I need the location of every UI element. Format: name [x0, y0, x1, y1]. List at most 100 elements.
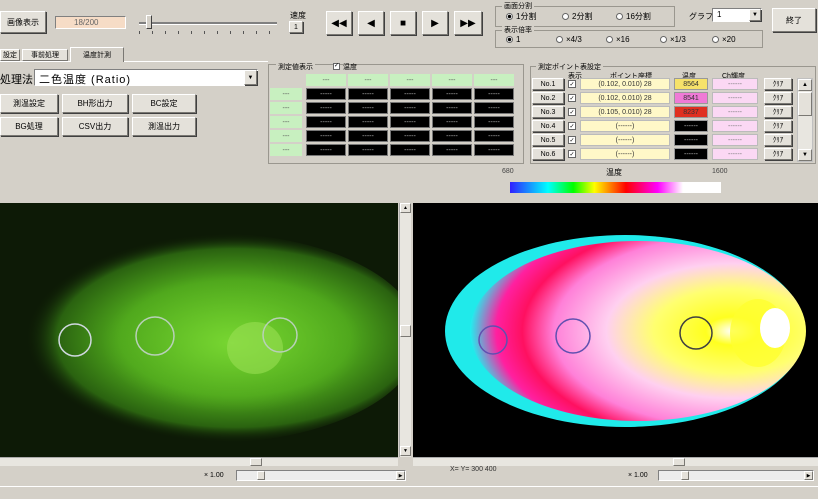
point-temp: ------: [674, 148, 708, 160]
split-1-radio[interactable]: 1分割: [506, 11, 536, 22]
point-table-scrollbar[interactable]: ▲ ▼: [797, 78, 813, 162]
grid-row-header: ---: [270, 88, 302, 100]
left-image-hscrollbar[interactable]: [0, 457, 398, 466]
chevron-right-icon[interactable]: ▶: [396, 471, 405, 480]
temp-output-button[interactable]: 測温出力: [132, 117, 196, 136]
point-clear-button[interactable]: ｸﾘｱ: [764, 134, 792, 146]
right-zoom-label: × 1.00: [628, 472, 648, 479]
point-show-checkbox[interactable]: ✓: [568, 122, 576, 130]
grid-cell: -----: [432, 116, 472, 128]
point-clear-button[interactable]: ｸﾘｱ: [764, 106, 792, 118]
grid-cell: -----: [390, 130, 430, 142]
hottest-spot: [760, 308, 790, 348]
point-clear-button[interactable]: ｸﾘｱ: [764, 120, 792, 132]
grid-cell: -----: [348, 116, 388, 128]
grid-cell: -----: [348, 130, 388, 142]
scroll-thumb[interactable]: [250, 458, 262, 466]
scroll-thumb[interactable]: [400, 325, 411, 337]
bc-setting-button[interactable]: BC設定: [132, 94, 196, 113]
point-show-checkbox[interactable]: ✓: [568, 136, 576, 144]
point-clear-button[interactable]: ｸﾘｱ: [764, 148, 792, 160]
zoom-title: 表示倍率: [502, 25, 534, 35]
temp-setting-button[interactable]: 測温設定: [0, 94, 58, 113]
center-vscrollbar[interactable]: ▲ ▼: [399, 203, 411, 457]
split-16-radio[interactable]: 16分割: [616, 11, 651, 22]
point-row-button[interactable]: No.4: [532, 120, 564, 132]
scroll-thumb[interactable]: [798, 92, 812, 116]
tab-temp-measure[interactable]: 温度計測: [70, 47, 124, 62]
step-spinner[interactable]: 1: [289, 21, 303, 33]
display-split-title: 画面分割: [502, 1, 534, 11]
chevron-up-icon[interactable]: ▲: [400, 203, 411, 213]
chevron-down-icon[interactable]: ▼: [749, 9, 761, 21]
right-zoom-slider[interactable]: ▶: [658, 470, 814, 481]
point-row-button[interactable]: No.5: [532, 134, 564, 146]
point-ch-value: ------: [712, 134, 758, 146]
bh-output-button[interactable]: BH形出力: [62, 94, 128, 113]
split-2-label: 2分割: [572, 12, 593, 21]
chevron-down-icon[interactable]: ▼: [798, 149, 812, 161]
end-button[interactable]: 終了: [772, 8, 816, 32]
grid-cell: -----: [432, 130, 472, 142]
zoom-radio-4[interactable]: ×1/3: [660, 35, 686, 44]
grid-cell: -----: [390, 144, 430, 156]
grid-col-header: ---: [474, 74, 514, 86]
tab-settings[interactable]: 設定: [0, 49, 20, 61]
zoom-radio-1[interactable]: 1: [506, 35, 520, 44]
tab-preprocess[interactable]: 事前処理: [22, 49, 68, 61]
point-clear-button[interactable]: ｸﾘｱ: [764, 78, 792, 90]
method-label: 処理法: [0, 74, 33, 86]
chevron-down-icon[interactable]: ▼: [244, 70, 257, 85]
point-show-checkbox[interactable]: ✓: [568, 108, 576, 116]
grid-cell: -----: [432, 102, 472, 114]
slider-thumb[interactable]: [146, 15, 152, 29]
colorbar-min: 680: [502, 168, 514, 175]
colorbar-title: 温度: [606, 168, 622, 177]
bg-process-button[interactable]: BG処理: [0, 117, 58, 136]
grid-cell: -----: [474, 130, 514, 142]
slider-thumb[interactable]: [681, 471, 689, 480]
chevron-right-icon[interactable]: ▶: [804, 471, 813, 480]
method-select[interactable]: 二色温度 (Ratio) ▼: [34, 69, 258, 86]
temp-checkbox[interactable]: ✓: [333, 63, 340, 70]
point-show-checkbox[interactable]: ✓: [568, 150, 576, 158]
zoom-radio-5[interactable]: ×20: [712, 35, 736, 44]
zoom-label-2: ×4/3: [566, 35, 582, 44]
point-ch-value: ------: [712, 148, 758, 160]
point-show-checkbox[interactable]: ✓: [568, 80, 576, 88]
chevron-down-icon[interactable]: ▼: [400, 446, 411, 456]
last-frame-button[interactable]: ▶▶: [454, 11, 482, 35]
slider-thumb[interactable]: [257, 471, 265, 480]
chevron-up-icon[interactable]: ▲: [798, 79, 812, 91]
grid-cell: -----: [306, 116, 346, 128]
grid-cell: -----: [474, 144, 514, 156]
start-button[interactable]: 画像表示: [0, 11, 46, 33]
point-row-button[interactable]: No.6: [532, 148, 564, 160]
point-coord: (------): [580, 120, 670, 132]
next-frame-button[interactable]: ▶: [422, 11, 448, 35]
point-ch-value: ------: [712, 106, 758, 118]
point-clear-button[interactable]: ｸﾘｱ: [764, 92, 792, 104]
scroll-thumb[interactable]: [673, 458, 685, 466]
point-show-checkbox[interactable]: ✓: [568, 94, 576, 102]
playback-slider[interactable]: [133, 12, 281, 36]
frame-counter: 18/200: [55, 16, 126, 29]
point-row-button[interactable]: No.1: [532, 78, 564, 90]
right-image-hscrollbar[interactable]: [413, 457, 818, 466]
grid-cell: -----: [348, 102, 388, 114]
point-row-button[interactable]: No.3: [532, 106, 564, 118]
first-frame-button[interactable]: ◀◀: [326, 11, 352, 35]
grid-col-header: ---: [432, 74, 472, 86]
temp-checkbox-label: 温度: [343, 64, 357, 71]
point-row-button[interactable]: No.2: [532, 92, 564, 104]
csv-output-button[interactable]: CSV出力: [62, 117, 128, 136]
grid-cell: -----: [306, 144, 346, 156]
zoom-radio-2[interactable]: ×4/3: [556, 35, 582, 44]
graph-select[interactable]: 1 ▼: [712, 8, 762, 22]
left-zoom-slider[interactable]: ▶: [236, 470, 406, 481]
stop-button[interactable]: ■: [390, 11, 416, 35]
prev-frame-button[interactable]: ◀: [358, 11, 384, 35]
point-coord: (0.105, 0.010) 28: [580, 106, 670, 118]
split-2-radio[interactable]: 2分割: [562, 11, 592, 22]
zoom-radio-3[interactable]: ×16: [606, 35, 630, 44]
